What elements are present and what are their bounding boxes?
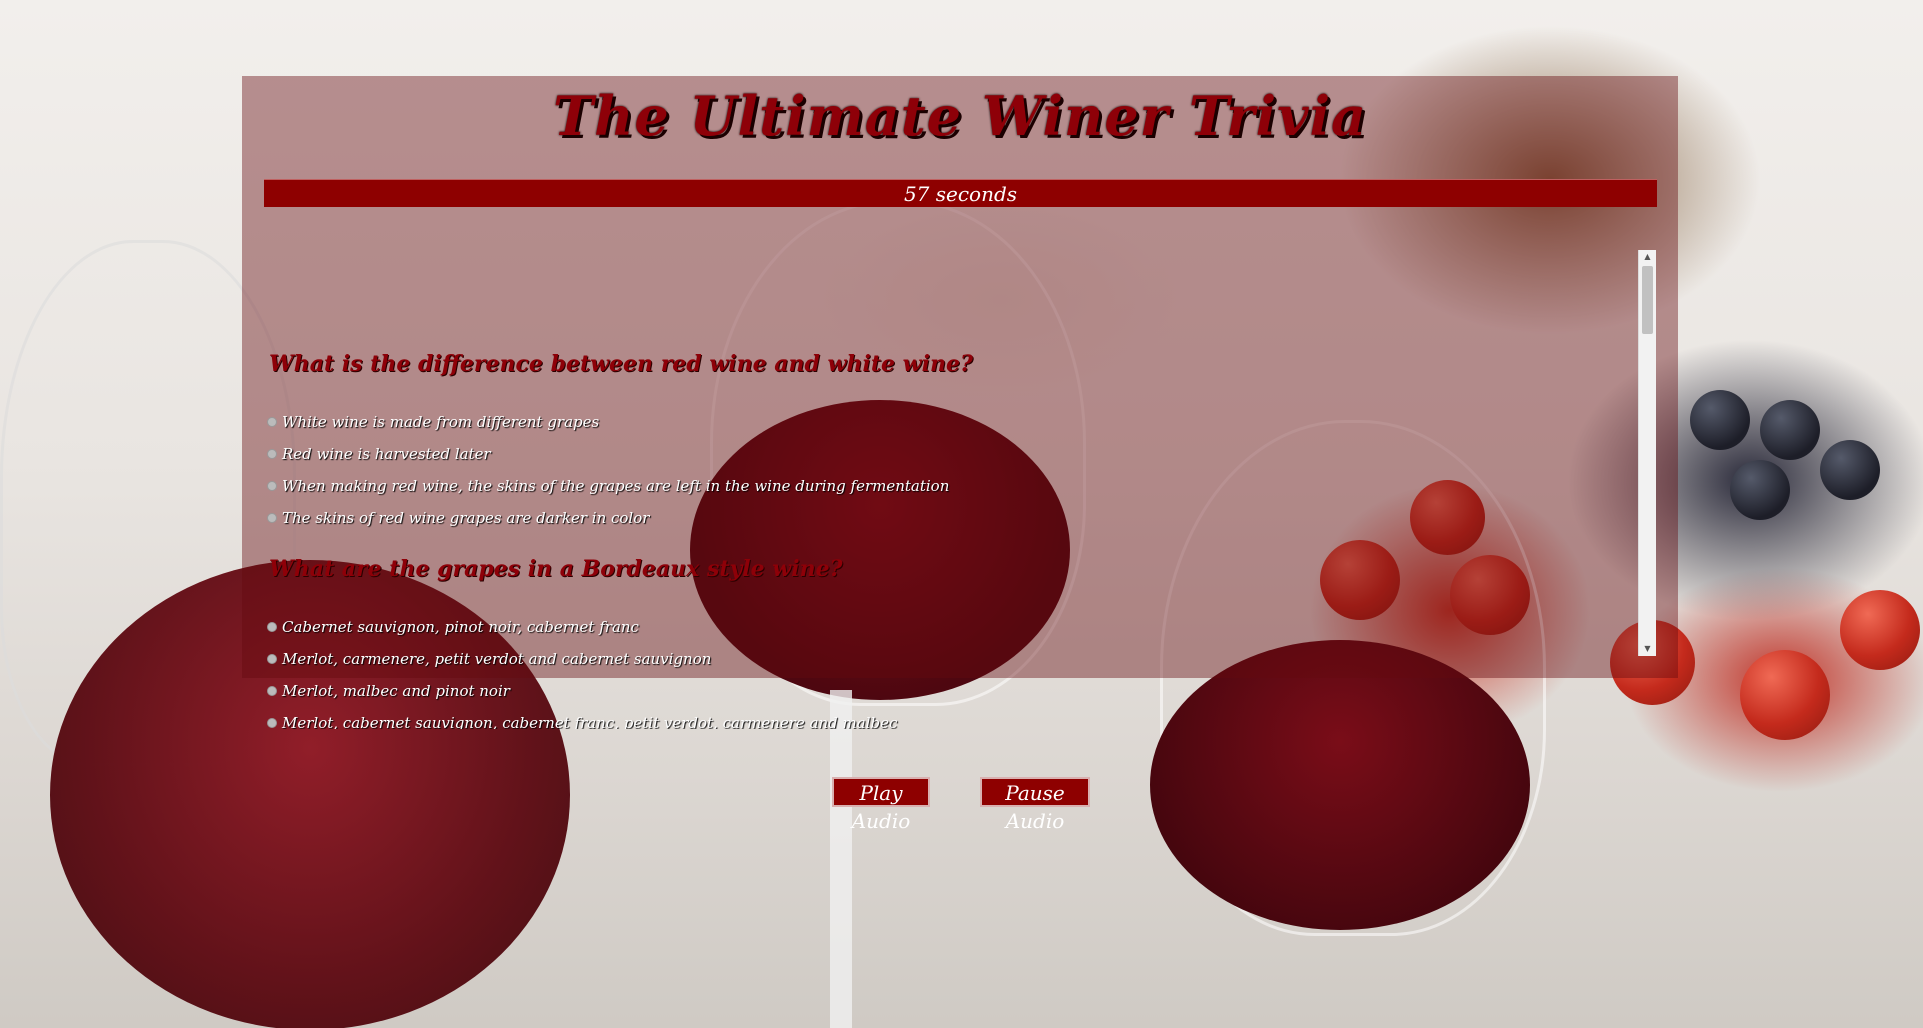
tomato <box>1840 590 1920 670</box>
answer-option[interactable]: White wine is made from different grapes <box>264 406 949 438</box>
answer-option[interactable]: Cabernet sauvignon, pinot noir, cabernet… <box>264 611 897 643</box>
wine-glass-center-stem <box>830 690 852 1028</box>
question-1: What is the difference between red wine … <box>269 351 973 377</box>
bullet-icon <box>267 686 277 696</box>
answer-text: White wine is made from different grapes <box>282 413 600 431</box>
quiz-scroll-content: What is the difference between red wine … <box>264 251 1634 729</box>
bullet-icon <box>267 718 277 728</box>
bullet-icon <box>267 449 277 459</box>
answer-text: Merlot, malbec and pinot noir <box>282 682 510 700</box>
answer-text: The skins of red wine grapes are darker … <box>282 509 650 527</box>
olive <box>1690 390 1750 450</box>
scroll-down-arrow-icon[interactable]: ▼ <box>1639 642 1656 656</box>
answer-option[interactable]: When making red wine, the skins of the g… <box>264 470 949 502</box>
bullet-icon <box>267 654 277 664</box>
answer-option[interactable]: Merlot, cabernet sauvignon, cabernet fra… <box>264 707 897 729</box>
answer-list-1: White wine is made from different grapes… <box>264 406 949 534</box>
question-2: What are the grapes in a Bordeaux style … <box>269 556 843 582</box>
timer-text: 57 seconds <box>903 182 1018 206</box>
quiz-area[interactable]: What is the difference between red wine … <box>264 251 1644 729</box>
bullet-icon <box>267 513 277 523</box>
bullet-icon <box>267 622 277 632</box>
answer-text: Cabernet sauvignon, pinot noir, cabernet… <box>282 618 639 636</box>
answer-option[interactable]: Red wine is harvested later <box>264 438 949 470</box>
scroll-thumb[interactable] <box>1642 266 1653 334</box>
answer-text: Merlot, carmenere, petit verdot and cabe… <box>282 650 712 668</box>
quiz-scrollbar[interactable]: ▲ ▼ <box>1638 250 1656 656</box>
pause-audio-button[interactable]: Pause Audio <box>980 777 1090 833</box>
tomato <box>1740 650 1830 740</box>
answer-text: Red wine is harvested later <box>282 445 491 463</box>
answer-option[interactable]: Merlot, malbec and pinot noir <box>264 675 897 707</box>
page-title: The Ultimate Winer Trivia <box>552 84 1368 148</box>
answer-text: When making red wine, the skins of the g… <box>282 477 950 495</box>
trivia-panel: The Ultimate Winer Trivia 57 seconds Wha… <box>242 76 1678 729</box>
bullet-icon <box>267 481 277 491</box>
answer-list-2: Cabernet sauvignon, pinot noir, cabernet… <box>264 611 897 729</box>
play-audio-button[interactable]: Play Audio <box>832 777 930 833</box>
answer-option[interactable]: Merlot, carmenere, petit verdot and cabe… <box>264 643 897 675</box>
timer-bar: 57 seconds <box>264 179 1657 207</box>
olive <box>1820 440 1880 500</box>
bullet-icon <box>267 417 277 427</box>
answer-text: Merlot, cabernet sauvignon, cabernet fra… <box>282 714 898 729</box>
scroll-up-arrow-icon[interactable]: ▲ <box>1639 250 1656 264</box>
olive <box>1730 460 1790 520</box>
olive <box>1760 400 1820 460</box>
answer-option[interactable]: The skins of red wine grapes are darker … <box>264 502 949 534</box>
